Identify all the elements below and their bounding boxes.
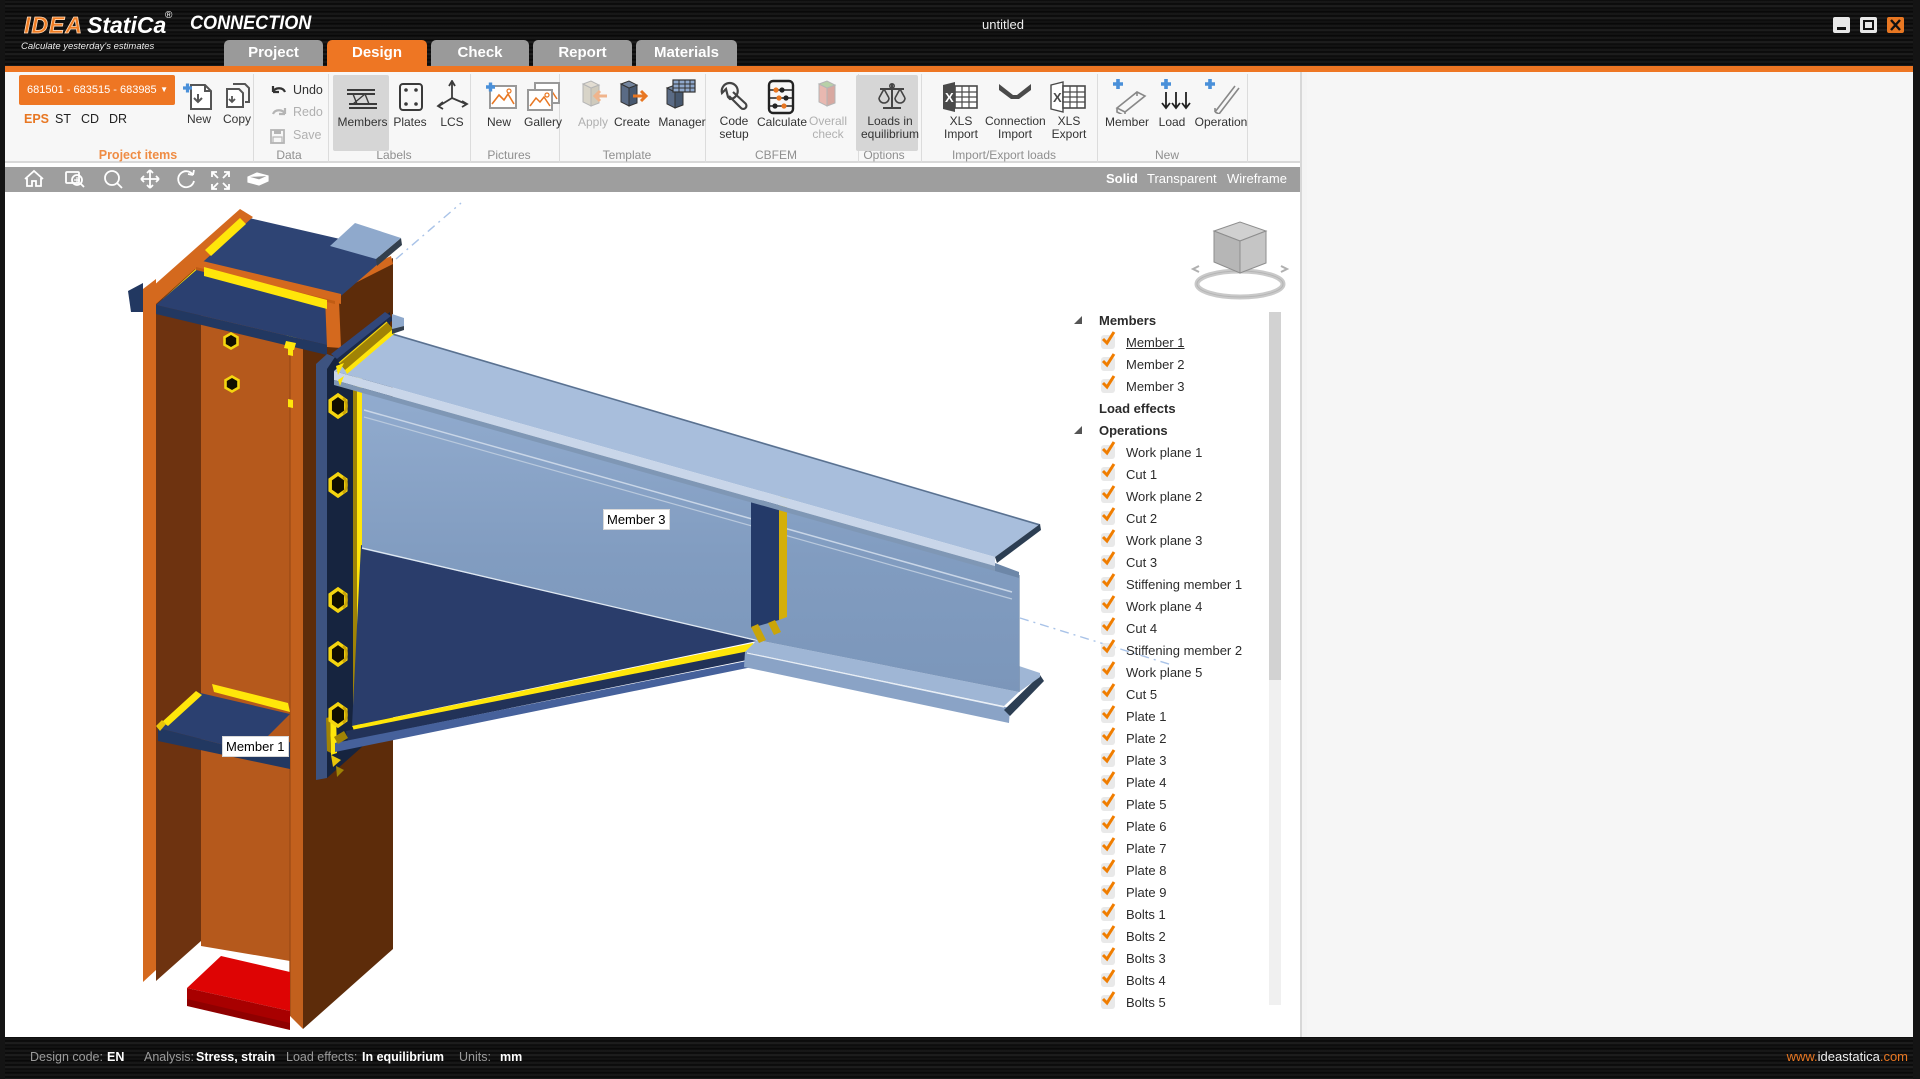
svg-text:X: X: [945, 90, 954, 105]
svg-text:X: X: [1053, 90, 1062, 105]
